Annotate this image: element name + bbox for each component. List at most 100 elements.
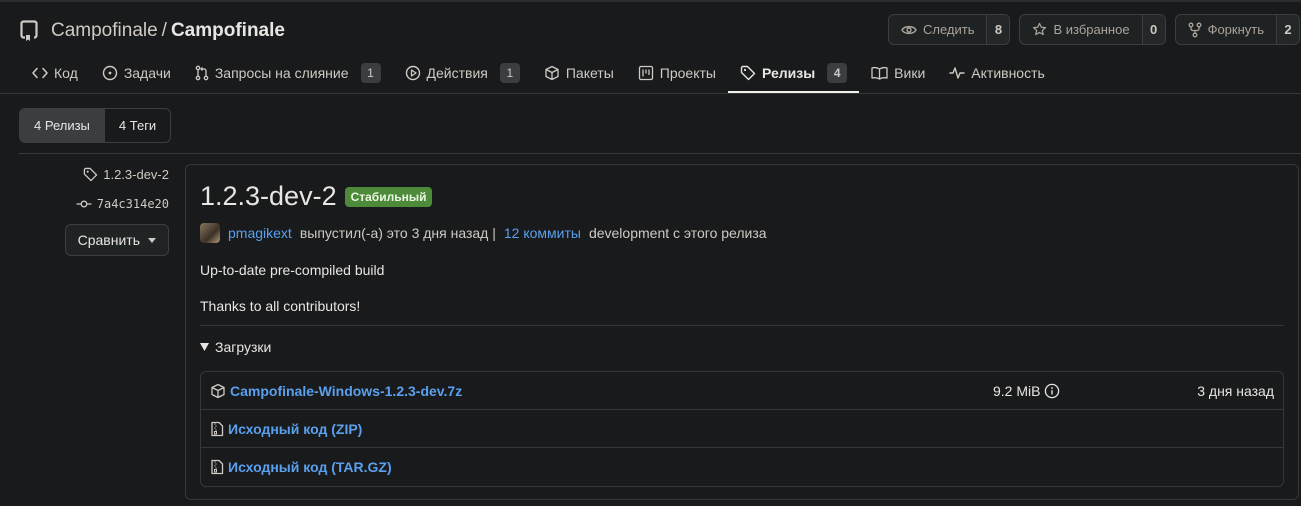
repo-name-link[interactable]: Campofinale (171, 20, 285, 42)
downloads-label: Загрузки (215, 339, 272, 355)
star-label: В избранное (1053, 22, 1130, 37)
nav-divider (0, 93, 1301, 94)
chevron-down-icon (148, 237, 156, 243)
tag-icon (740, 65, 756, 81)
release-commit-link[interactable]: 7a4c314e20 (76, 194, 169, 214)
tab-actions-label: Действия (426, 64, 488, 81)
releases-tags-switch: 4 Релизы 4 Теги (19, 108, 172, 143)
release-tag-label: 1.2.3-dev-2 (103, 166, 169, 182)
star-button-group: В избранное 0 (1019, 14, 1166, 45)
list-item: Исходный код (ZIP) (201, 410, 1283, 448)
asset-name: Campofinale-Windows-1.2.3-dev.7z (230, 382, 463, 399)
source-zip-link[interactable]: Исходный код (ZIP) (210, 421, 362, 437)
book-icon (871, 66, 888, 80)
actions-counter: 1 (499, 62, 520, 83)
assets-list: Campofinale-Windows-1.2.3-dev.7z 9.2 MiB… (200, 371, 1284, 487)
tag-icon (83, 167, 98, 182)
release-author-row: pmagikext выпустил(-а) это 3 дня назад |… (200, 223, 767, 243)
downloads-toggle[interactable]: Загрузки (200, 339, 271, 355)
watch-label: Следить (922, 22, 975, 37)
top-border (0, 0, 1301, 2)
list-item: Campofinale-Windows-1.2.3-dev.7z 9.2 MiB… (201, 372, 1283, 410)
card-divider (200, 325, 1284, 326)
star-count[interactable]: 0 (1142, 15, 1165, 44)
watch-button[interactable]: Следить (889, 15, 988, 44)
tab-releases[interactable]: Релизы 4 (727, 52, 860, 93)
releases-tab[interactable]: 4 Релизы (20, 109, 105, 142)
section-divider (19, 153, 1301, 154)
fork-button-group: Форкнуть 2 (1174, 14, 1300, 45)
tab-projects-label: Проекты (659, 64, 716, 81)
commits-suffix: development с этого релиза (588, 225, 767, 241)
triangle-down-icon (200, 343, 209, 351)
repo-owner-link[interactable]: Campofinale (51, 20, 158, 42)
stable-badge: Стабильный (344, 186, 433, 207)
release-body-line: Up-to-date pre-compiled build (200, 262, 385, 278)
tab-actions[interactable]: Действия 1 (393, 52, 532, 93)
pull-requests-counter: 1 (360, 62, 381, 83)
list-item: Исходный код (TAR.GZ) (201, 448, 1283, 486)
tab-issues-label: Задачи (123, 64, 171, 81)
package-icon (544, 65, 560, 81)
code-icon (32, 67, 48, 79)
tab-wiki-label: Вики (894, 64, 926, 81)
project-icon (638, 65, 654, 81)
pulse-icon (949, 66, 965, 80)
star-button[interactable]: В избранное (1020, 15, 1143, 44)
release-card: 1.2.3-dev-2 Стабильный pmagikext выпусти… (185, 164, 1299, 500)
pull-request-icon (195, 65, 209, 81)
star-icon (1032, 22, 1047, 37)
fork-icon (1188, 22, 1202, 38)
release-title-row: 1.2.3-dev-2 Стабильный (200, 181, 433, 212)
repo-nav: Код Задачи Запросы на слияние 1 Действия… (20, 52, 1057, 93)
fork-button[interactable]: Форкнуть (1176, 15, 1277, 44)
asset-name: Исходный код (TAR.GZ) (228, 459, 392, 475)
tab-issues[interactable]: Задачи (90, 52, 183, 93)
issue-icon (102, 65, 118, 81)
author-link[interactable]: pmagikext (228, 225, 292, 241)
repo-actions: Следить 8 В избранное 0 Форкнуть 2 (887, 14, 1300, 45)
tab-releases-label: Релизы (761, 64, 816, 81)
fork-count[interactable]: 2 (1277, 15, 1299, 44)
compare-button[interactable]: Сравнить (64, 224, 169, 256)
tab-code-label: Код (54, 64, 78, 81)
release-body-line: Thanks to all contributors! (200, 298, 361, 314)
tab-packages[interactable]: Пакеты (532, 52, 626, 93)
asset-size: 9.2 MiB (993, 383, 1060, 399)
asset-size-value: 9.2 MiB (993, 382, 1041, 399)
release-commit-label: 7a4c314e20 (96, 197, 169, 211)
fork-label: Форкнуть (1207, 22, 1264, 37)
tab-pull-requests-label: Запросы на слияние (214, 64, 349, 81)
asset-name: Исходный код (ZIP) (228, 420, 363, 437)
tab-activity[interactable]: Активность (937, 52, 1057, 93)
release-title[interactable]: 1.2.3-dev-2 (200, 181, 337, 212)
play-icon (405, 65, 421, 81)
tab-projects[interactable]: Проекты (626, 52, 728, 93)
info-icon[interactable] (1044, 383, 1060, 399)
tab-wiki[interactable]: Вики (859, 52, 937, 93)
commit-icon (76, 199, 92, 209)
releases-counter: 4 (827, 62, 848, 83)
tab-activity-label: Активность (971, 64, 1045, 81)
tab-packages-label: Пакеты (565, 64, 614, 81)
compare-label: Сравнить (77, 232, 140, 248)
asset-download-link[interactable]: Campofinale-Windows-1.2.3-dev.7z (210, 383, 462, 399)
avatar[interactable] (200, 223, 220, 243)
repo-icon (20, 19, 42, 43)
tab-pull-requests[interactable]: Запросы на слияние 1 (183, 52, 393, 93)
repo-separator: / (161, 20, 167, 41)
tab-code[interactable]: Код (20, 52, 90, 93)
commits-link[interactable]: 12 коммиты (504, 225, 581, 241)
eye-icon (901, 24, 917, 36)
source-targz-link[interactable]: Исходный код (TAR.GZ) (210, 459, 392, 475)
file-zip-icon (210, 459, 224, 475)
release-tag-link[interactable]: 1.2.3-dev-2 (83, 164, 169, 184)
file-zip-icon (210, 421, 224, 437)
watch-count[interactable]: 8 (987, 15, 1010, 44)
repo-header: Campofinale / Campofinale (20, 16, 285, 46)
tags-tab[interactable]: 4 Теги (105, 109, 170, 142)
asset-date: 3 дня назад (1197, 382, 1274, 399)
published-text: выпустил(-а) это 3 дня назад | (299, 225, 496, 241)
package-icon (210, 383, 226, 399)
watch-button-group: Следить 8 (887, 14, 1011, 45)
